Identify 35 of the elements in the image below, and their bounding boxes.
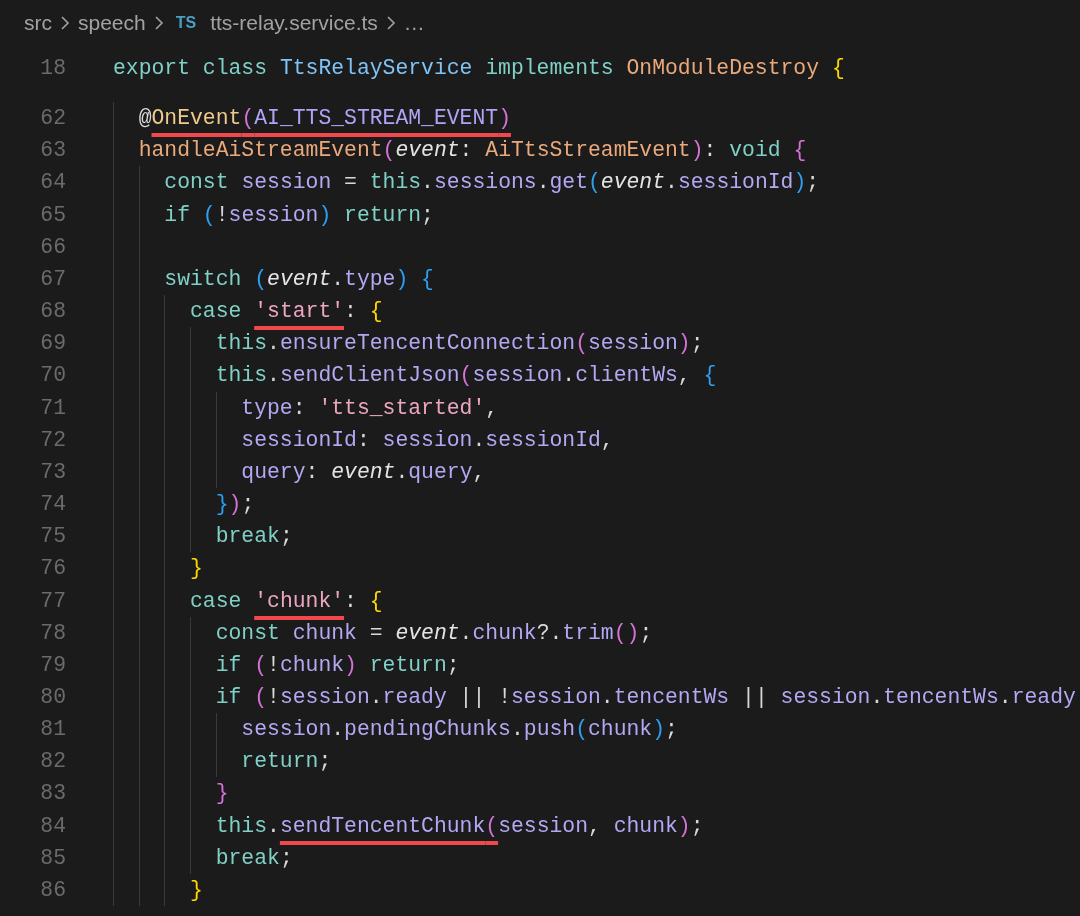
line-number: 74 — [39, 491, 66, 519]
line-number: 65 — [39, 201, 66, 229]
line-number: 77 — [39, 587, 66, 615]
line-number: 67 — [39, 265, 66, 293]
line-number: 85 — [39, 844, 66, 872]
line-number: 62 — [39, 105, 66, 133]
line-number: 84 — [39, 812, 66, 840]
line-number: 63 — [39, 137, 66, 165]
line-number: 70 — [39, 362, 66, 390]
line-number: 73 — [39, 458, 66, 486]
chevron-icon — [385, 15, 396, 31]
line-number: 68 — [39, 298, 66, 326]
line-number: 82 — [39, 748, 66, 776]
line-number: 72 — [39, 426, 66, 454]
breadcrumb-item[interactable]: src — [24, 11, 52, 35]
chevron-icon — [60, 15, 70, 31]
breadcrumb-item[interactable]: … — [403, 11, 425, 35]
line-number: 64 — [39, 169, 66, 197]
line-number: 79 — [39, 651, 66, 679]
line-number: 69 — [39, 330, 66, 358]
line-number: 78 — [39, 619, 66, 647]
breadcrumb-item[interactable]: tts-relay.service.ts — [210, 11, 378, 35]
file-type-icon: TS — [175, 14, 197, 32]
line-number: 83 — [39, 780, 66, 808]
chevron-icon — [153, 15, 164, 31]
line-number: 75 — [39, 523, 66, 551]
line-number: 76 — [39, 555, 66, 583]
line-number: 86 — [39, 876, 66, 904]
breadcrumb-item[interactable]: speech — [78, 11, 146, 35]
line-number: 80 — [39, 683, 66, 711]
line-number: 18 — [39, 55, 66, 82]
line-number: 81 — [39, 716, 66, 744]
line-number: 71 — [39, 394, 66, 422]
code-line: export class TtsRelayService implements OnModuleDestroy { — [113, 55, 845, 82]
line-number: 66 — [39, 233, 66, 261]
